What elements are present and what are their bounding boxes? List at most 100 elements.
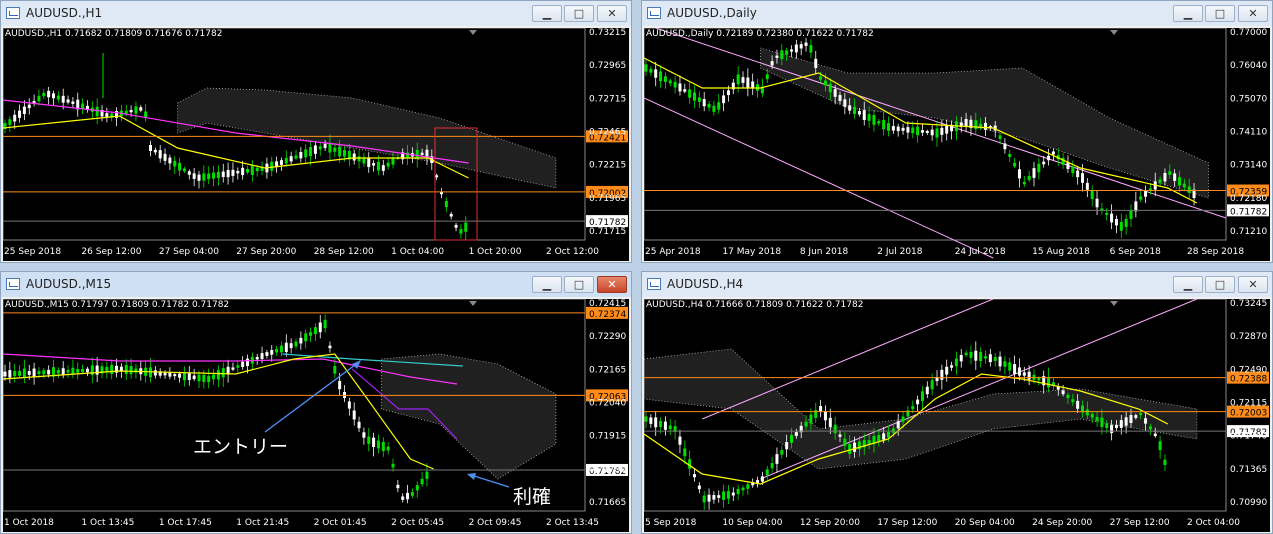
candle-body	[872, 115, 876, 125]
window-titlebar[interactable]: AUDUSD.,M15 ▁ □ ✕	[1, 272, 631, 297]
candle-body	[688, 89, 692, 98]
take-profit-annotation: 利確	[513, 486, 552, 508]
candle-body	[270, 161, 274, 171]
candle-body	[1139, 412, 1143, 416]
candle-body	[819, 406, 823, 412]
candle-body	[216, 171, 220, 179]
price-chart[interactable]: 0.72359 0.71782 0.77000 0.76040 0.75070 0.741…	[644, 28, 1270, 261]
candle-body	[911, 127, 915, 134]
candle-body	[683, 448, 687, 457]
candle-body	[459, 229, 463, 234]
price-chart[interactable]: 0.72374 0.72063 0.71782 0.72415 0.72290 0.721…	[3, 299, 629, 532]
time-axis-label: 25 Apr 2018	[645, 247, 701, 257]
time-axis-label: 24 Sep 20:00	[1032, 518, 1092, 528]
window-titlebar[interactable]: AUDUSD.,Daily ▁ □ ✕	[642, 1, 1272, 26]
time-axis-label: 2 Oct 01:45	[314, 518, 367, 528]
maximize-button[interactable]: □	[1205, 276, 1235, 293]
candle-body	[187, 171, 191, 175]
candle-body	[1110, 424, 1114, 434]
minimize-button[interactable]: ▁	[1173, 5, 1203, 22]
close-button[interactable]: ✕	[1238, 5, 1268, 22]
candle-body	[158, 150, 162, 159]
chart-canvas[interactable]: 0.723880.720030.717820.732450.728700.724…	[644, 299, 1270, 532]
candle-body	[746, 77, 750, 88]
candle-body	[318, 322, 322, 333]
window-titlebar[interactable]: AUDUSD.,H1 ▁ □ ✕	[1, 1, 631, 26]
candle-body	[323, 143, 327, 149]
candle-body	[265, 352, 269, 356]
candle-body	[974, 120, 978, 130]
price-axis-label: 0.74110	[1230, 128, 1267, 138]
candle-body	[1124, 417, 1128, 426]
candle-body	[1182, 183, 1186, 188]
candle-body	[221, 171, 225, 178]
candle-body	[1144, 190, 1148, 197]
candle-body	[362, 157, 366, 164]
chart-canvas[interactable]: 0.723590.717820.770000.760400.750700.741…	[644, 28, 1270, 261]
candle-body	[255, 167, 259, 172]
candle-body	[828, 417, 832, 427]
candle-body	[241, 167, 245, 176]
candle-body	[1022, 181, 1026, 185]
time-axis-label: 2 Oct 09:45	[469, 518, 522, 528]
candle-body	[85, 368, 89, 373]
candle-body	[173, 160, 177, 167]
candle-body	[853, 106, 857, 115]
maximize-button[interactable]: □	[564, 5, 594, 22]
candle-body	[444, 200, 448, 208]
candle-body	[3, 371, 7, 377]
candle-body	[318, 146, 322, 150]
candle-body	[1022, 372, 1026, 376]
maximize-button[interactable]: □	[1205, 5, 1235, 22]
price-axis-label: 0.72165	[589, 365, 626, 375]
chart-canvas[interactable]: 0.724210.720020.717820.732150.729650.727…	[3, 28, 629, 261]
scroll-grip-icon	[469, 30, 477, 35]
candle-body	[741, 487, 745, 491]
candle-body	[110, 364, 114, 375]
time-axis-label: 1 Oct 21:45	[236, 518, 289, 528]
candle-body	[717, 495, 721, 498]
candle-body	[843, 438, 847, 446]
candle-body	[464, 222, 468, 232]
candle-body	[911, 406, 915, 410]
candle-body	[969, 351, 973, 358]
chart-window-daily[interactable]: AUDUSD.,Daily ▁ □ ✕ 0.72359 0.71782 0.7700…	[641, 0, 1273, 263]
close-button[interactable]: ✕	[597, 276, 627, 293]
entry-arrowhead	[352, 360, 361, 369]
chart-window-h4[interactable]: AUDUSD.,H4 ▁ □ ✕ 0.72388 0.72003 0.71782 0.…	[641, 271, 1273, 534]
candle-body	[1153, 433, 1157, 437]
candle-body	[785, 442, 789, 450]
window-titlebar[interactable]: AUDUSD.,H4 ▁ □ ✕	[642, 272, 1272, 297]
candle-body	[362, 432, 366, 438]
candle-body	[304, 333, 308, 342]
price-axis-label: 0.75070	[1230, 94, 1267, 104]
candle-body	[964, 352, 968, 356]
symbol-header: AUDUSD.,Daily 0.72189 0.72380 0.71622 0.…	[646, 29, 874, 39]
time-axis-label: 27 Sep 12:00	[1110, 518, 1170, 528]
candle-body	[1066, 394, 1070, 399]
price-chart[interactable]: 0.72388 0.72003 0.71782 0.73245 0.72870 0.724…	[644, 299, 1270, 532]
candle-body	[945, 366, 949, 375]
candle-body	[1168, 171, 1172, 175]
minimize-button[interactable]: ▁	[1173, 276, 1203, 293]
maximize-button[interactable]: □	[564, 276, 594, 293]
candle-body	[814, 58, 818, 69]
minimize-button[interactable]: ▁	[532, 276, 562, 293]
candle-body	[22, 106, 26, 114]
candle-body	[668, 80, 672, 84]
candle-body	[794, 432, 798, 436]
close-button[interactable]: ✕	[1238, 276, 1268, 293]
close-button[interactable]: ✕	[597, 5, 627, 22]
candle-body	[406, 492, 410, 500]
candle-body	[8, 119, 12, 125]
price-axis-label: 0.71965	[589, 194, 626, 204]
candle-body	[848, 444, 852, 454]
chart-icon	[647, 278, 661, 290]
candle-body	[925, 386, 929, 395]
price-axis-label: 0.71210	[1230, 227, 1267, 237]
price-chart[interactable]: 0.72421 0.72002 0.71782 0.73215 0.72965 0.727…	[3, 28, 629, 261]
chart-window-h1[interactable]: AUDUSD.,H1 ▁ □ ✕ 0.72421 0.72002 0.71782 0.…	[0, 0, 632, 263]
candle-body	[974, 350, 978, 361]
chart-window-m15[interactable]: AUDUSD.,M15 ▁ □ ✕ 0.72374 0.72063 0.71782 0…	[0, 271, 632, 534]
minimize-button[interactable]: ▁	[532, 5, 562, 22]
